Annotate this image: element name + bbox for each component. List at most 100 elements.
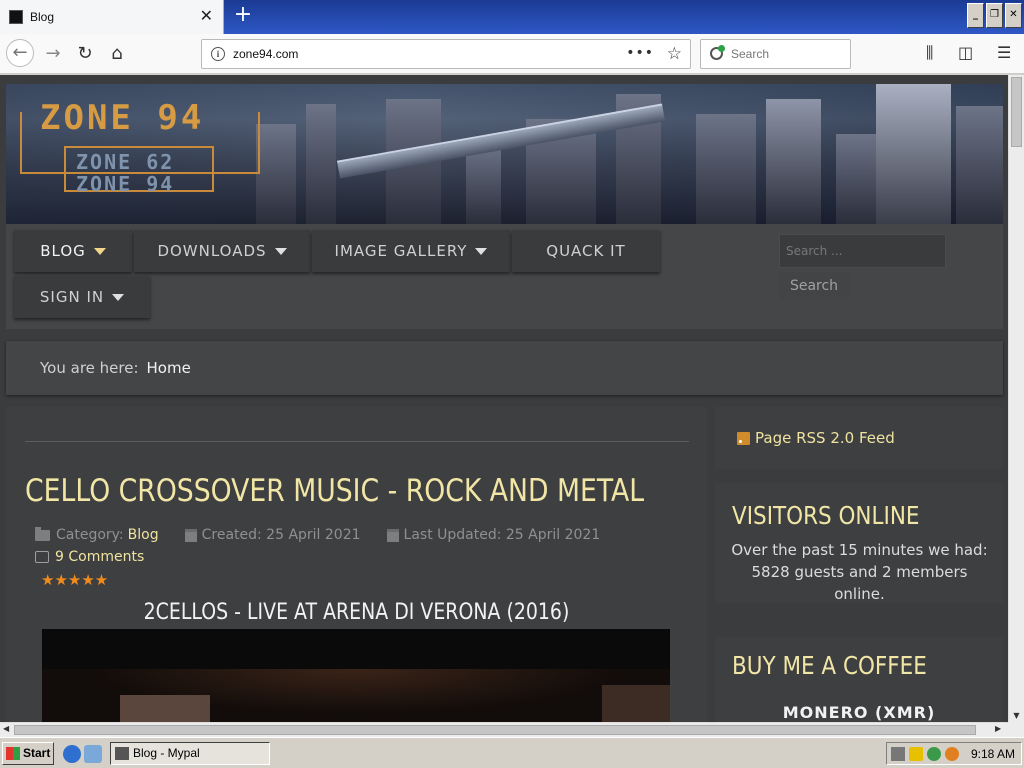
browser-tab-strip: Blog ✕ + _ ❐ ✕ xyxy=(0,0,1024,34)
new-tab-button[interactable]: + xyxy=(232,4,254,28)
back-icon[interactable]: ← xyxy=(6,39,34,67)
menu-item-sign-in[interactable]: SIGN IN xyxy=(14,276,150,318)
vertical-scrollbar[interactable]: ▼ xyxy=(1008,75,1024,722)
horizontal-scroll-thumb[interactable] xyxy=(14,725,976,735)
mypal-app-icon xyxy=(115,747,129,760)
taskbar-item-label: Blog - Mypal xyxy=(133,746,200,760)
keyboard-icon[interactable] xyxy=(891,747,905,761)
browser-tab[interactable]: Blog ✕ xyxy=(0,0,224,34)
taskbar-item-mypal[interactable]: Blog - Mypal xyxy=(110,742,270,765)
os-taskbar: Start Blog - Mypal 9:18 AM xyxy=(0,737,1024,768)
visitors-title: VISITORS ONLINE xyxy=(732,501,920,530)
menu-label-blog: BLOG xyxy=(40,242,86,260)
menu-label-quack-it: QUACK IT xyxy=(546,242,626,260)
logo-subtext-2: ZONE 94 xyxy=(76,172,175,196)
rss-feed-module[interactable]: Page RSS 2.0 Feed xyxy=(715,407,1003,469)
minimize-button[interactable]: _ xyxy=(967,3,984,28)
desktop-quicklaunch-icon[interactable] xyxy=(84,745,102,763)
menu-label-image-gallery: IMAGE GALLERY xyxy=(334,242,468,260)
site-search-input[interactable]: Search ... xyxy=(779,234,946,268)
page-viewport: ZONE 94 ZONE 62 ZONE 94 BLOG DOWNLOADS I… xyxy=(0,75,1008,722)
forward-icon[interactable]: → xyxy=(40,41,66,67)
network-icon[interactable] xyxy=(927,747,941,761)
category-link[interactable]: Blog xyxy=(128,527,159,543)
search-engine-icon xyxy=(709,45,725,62)
main-menu: BLOG DOWNLOADS IMAGE GALLERY QUACK IT SI… xyxy=(6,224,1003,329)
window-controls: _ ❐ ✕ xyxy=(967,3,1022,28)
search-tray-icon[interactable] xyxy=(945,747,959,761)
menu-label-downloads: DOWNLOADS xyxy=(157,242,267,260)
rss-link[interactable]: Page RSS 2.0 Feed xyxy=(755,429,895,447)
menu-item-blog[interactable]: BLOG xyxy=(14,230,132,272)
browser-toolbar: ← → ↻ ⌂ i zone94.com ••• ☆ Search ⫼ ◫ ☰ xyxy=(0,34,1024,74)
page-actions-icon[interactable]: ••• xyxy=(626,45,654,61)
shield-icon[interactable] xyxy=(909,747,923,761)
comment-icon xyxy=(35,551,49,563)
start-label: Start xyxy=(23,746,51,760)
video-title: 2CELLOS - LIVE AT ARENA DI VERONA (2016) xyxy=(143,600,570,625)
site-info-icon[interactable]: i xyxy=(211,47,225,61)
breadcrumb: You are here: Home xyxy=(6,341,1003,395)
menu-item-downloads[interactable]: DOWNLOADS xyxy=(134,230,310,272)
reload-icon[interactable]: ↻ xyxy=(72,41,98,67)
vertical-scroll-thumb[interactable] xyxy=(1011,77,1022,147)
calendar-icon xyxy=(184,528,197,542)
library-icon[interactable]: ⫼ xyxy=(926,43,933,63)
scroll-down-arrow-icon[interactable]: ▼ xyxy=(1011,711,1022,720)
calendar-icon xyxy=(386,528,399,542)
coffee-title: BUY ME A COFFEE xyxy=(732,651,927,680)
logo-text: ZONE 94 xyxy=(40,98,205,138)
visitors-online-module: VISITORS ONLINE Over the past 15 minutes… xyxy=(715,483,1003,603)
close-window-button[interactable]: ✕ xyxy=(1005,3,1022,28)
scroll-left-arrow-icon[interactable]: ◀ xyxy=(3,724,9,733)
folder-icon xyxy=(35,526,50,541)
menu-item-quack-it[interactable]: QUACK IT xyxy=(512,230,660,272)
scrollbar-corner xyxy=(1008,722,1024,737)
system-tray: 9:18 AM xyxy=(886,742,1022,765)
updated-date: Last Updated: 25 April 2021 xyxy=(403,527,601,543)
monero-heading: MONERO (XMR) xyxy=(782,703,936,722)
comments-count: 9 Comments xyxy=(55,549,145,565)
buy-coffee-module: BUY ME A COFFEE MONERO (XMR) xyxy=(715,637,1003,722)
video-player[interactable] xyxy=(42,629,670,722)
rating-stars[interactable]: ★★★★★ xyxy=(41,571,108,589)
dropdown-caret-icon xyxy=(93,247,106,255)
site-header-banner: ZONE 94 ZONE 62 ZONE 94 xyxy=(6,84,1003,224)
ie-quicklaunch-icon[interactable] xyxy=(63,745,81,763)
start-button[interactable]: Start xyxy=(2,742,54,765)
dropdown-caret-icon xyxy=(112,293,125,301)
site-favicon-icon xyxy=(9,10,23,24)
menu-label-sign-in: SIGN IN xyxy=(39,288,105,306)
site-logo[interactable]: ZONE 94 ZONE 62 ZONE 94 xyxy=(20,96,260,200)
windows-logo-icon xyxy=(6,747,20,760)
tab-title: Blog xyxy=(30,10,55,24)
divider xyxy=(25,441,689,442)
home-icon[interactable]: ⌂ xyxy=(104,41,130,67)
breadcrumb-home-link[interactable]: Home xyxy=(147,359,191,377)
article-meta: Category: Blog Created: 25 April 2021 La… xyxy=(35,526,601,543)
browser-search-box[interactable]: Search xyxy=(700,39,851,69)
horizontal-scrollbar[interactable]: ◀ ▶ xyxy=(0,722,1008,737)
browser-search-placeholder: Search xyxy=(731,47,770,61)
logo-subtext-1: ZONE 62 xyxy=(76,150,175,174)
restore-button[interactable]: ❐ xyxy=(986,3,1003,28)
scroll-right-arrow-icon[interactable]: ▶ xyxy=(995,724,1001,733)
bookmark-star-icon[interactable]: ☆ xyxy=(667,44,682,64)
hamburger-menu-icon[interactable]: ☰ xyxy=(997,43,1011,62)
address-bar[interactable]: i zone94.com ••• ☆ xyxy=(201,39,691,69)
url-text[interactable]: zone94.com xyxy=(233,47,298,61)
dropdown-caret-icon xyxy=(274,247,287,255)
rss-icon xyxy=(737,431,750,445)
site-search-button[interactable]: Search xyxy=(779,272,849,300)
breadcrumb-label: You are here: xyxy=(40,359,139,377)
category-label: Category: xyxy=(56,527,124,543)
dropdown-caret-icon xyxy=(475,247,488,255)
menu-item-image-gallery[interactable]: IMAGE GALLERY xyxy=(312,230,510,272)
sidebar-toggle-icon[interactable]: ◫ xyxy=(958,43,973,62)
article-title[interactable]: CELLO CROSSOVER MUSIC - ROCK AND METAL xyxy=(25,473,644,509)
created-date: Created: 25 April 2021 xyxy=(201,527,361,543)
close-tab-icon[interactable]: ✕ xyxy=(200,8,213,24)
visitors-text: Over the past 15 minutes we had: 5828 gu… xyxy=(731,541,988,603)
clock[interactable]: 9:18 AM xyxy=(971,747,1015,761)
comments-link[interactable]: 9 Comments xyxy=(35,549,144,565)
